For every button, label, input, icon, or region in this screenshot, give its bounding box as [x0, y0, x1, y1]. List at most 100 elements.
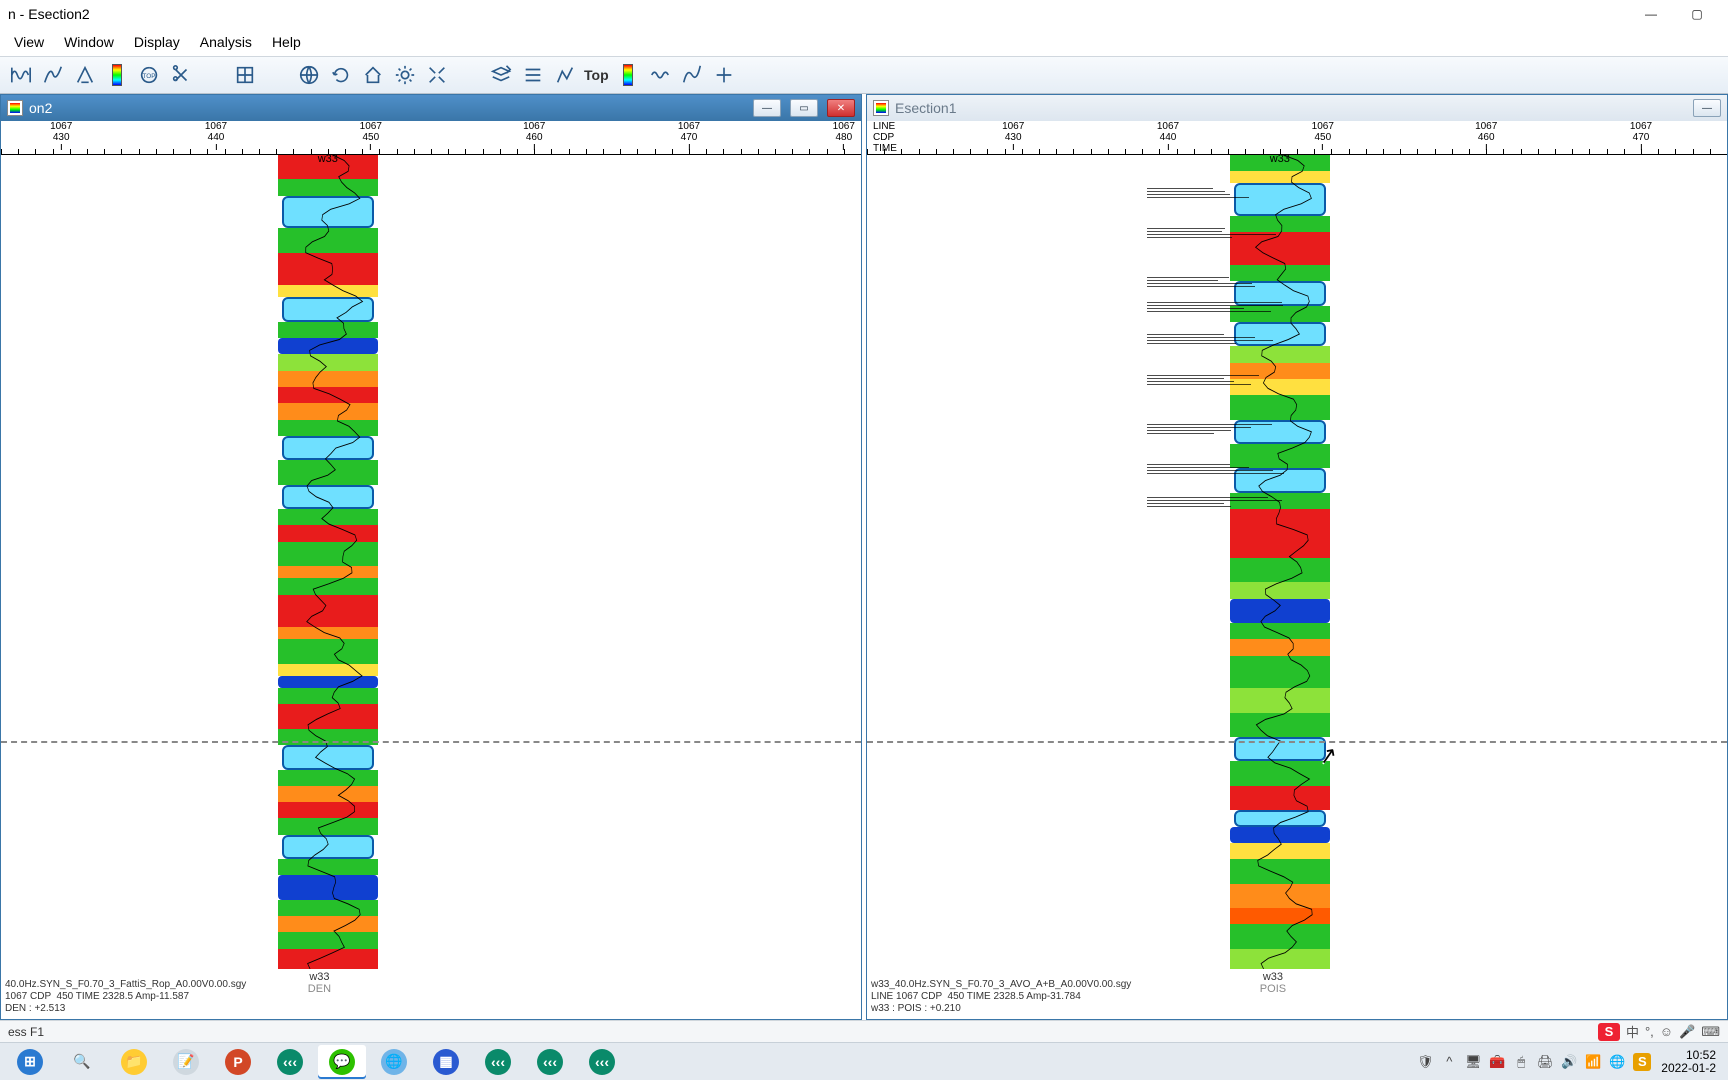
ime-item[interactable]: ☺ — [1660, 1024, 1673, 1039]
grid-icon[interactable] — [230, 60, 260, 90]
plot-panel[interactable]: LINE CDP TIME106743010674401067450106746… — [867, 121, 1727, 1019]
tray-icon-1[interactable]: ^ — [1441, 1054, 1457, 1070]
refresh-icon[interactable] — [326, 60, 356, 90]
plus-icon[interactable] — [709, 60, 739, 90]
crosshair-horizontal — [1, 741, 861, 743]
trace-overlay — [1147, 375, 1287, 387]
menu-window[interactable]: Window — [54, 30, 124, 54]
top-circle-icon[interactable]: TOP — [134, 60, 164, 90]
child-window-right: Esection1—▭✕LINE CDP TIME106743010674401… — [866, 94, 1728, 1020]
tray-icon-5[interactable]: 🖨 — [1537, 1054, 1553, 1070]
axis-tick: 1067460 — [1475, 121, 1497, 150]
gear-icon[interactable] — [390, 60, 420, 90]
child-title-bar[interactable]: on2 — ▭ ✕ — [1, 95, 861, 121]
app-maximize-button[interactable]: ▢ — [1674, 0, 1720, 28]
app-title: n - Esection2 — [8, 6, 90, 22]
align-icon[interactable] — [518, 60, 548, 90]
clock-time: 10:52 — [1661, 1049, 1716, 1062]
well-label-bottom: w33 — [1260, 971, 1286, 983]
browser-icon[interactable]: 🌐 — [370, 1045, 418, 1079]
well-attr-label: DEN — [308, 983, 331, 995]
teal-app2-icon[interactable]: ‹‹‹ — [474, 1045, 522, 1079]
windows-taskbar: ⊞🔍📁📝P‹‹‹💬🌐▦‹‹‹‹‹‹‹‹‹ 🛡^🖥🧰🖱🖨🔊📶🌐S 10:52 20… — [0, 1042, 1728, 1080]
menu-view[interactable]: View — [4, 30, 54, 54]
trace-overlay — [1147, 277, 1287, 289]
trace-overlay — [1147, 188, 1287, 200]
ime-bar[interactable]: S 中 °, ☺ 🎤 ⌨ — [1598, 1022, 1720, 1041]
main-toolbar: TOP Top — [0, 56, 1728, 94]
menu-bar: ViewWindowDisplayAnalysisHelp — [0, 28, 1728, 56]
well-attr-label: POIS — [1260, 983, 1286, 995]
child-minimize-button[interactable]: — — [753, 99, 781, 117]
svg-text:TOP: TOP — [142, 73, 155, 80]
teal-app3-icon[interactable]: ‹‹‹ — [526, 1045, 574, 1079]
teal-app4-icon[interactable]: ‹‹‹ — [578, 1045, 626, 1079]
curve-icon[interactable] — [38, 60, 68, 90]
axis-tick: 1067430 — [1002, 121, 1024, 150]
curve-thin-icon[interactable] — [677, 60, 707, 90]
search-icon[interactable]: 🔍 — [58, 1045, 106, 1079]
colorbar-icon[interactable] — [102, 60, 132, 90]
ime-item[interactable]: 中 — [1626, 1022, 1639, 1041]
tray-icon-3[interactable]: 🧰 — [1489, 1054, 1505, 1070]
teal-app-icon[interactable]: ‹‹‹ — [266, 1045, 314, 1079]
top-label[interactable]: Top — [582, 67, 611, 83]
trace-overlay — [1147, 302, 1287, 314]
peak-alt-icon[interactable] — [550, 60, 580, 90]
trace-overlay — [1147, 228, 1287, 240]
child-title-bar[interactable]: Esection1—▭✕ — [867, 95, 1727, 121]
child-window-left: on2 — ▭ ✕ 1067430106744010674501067460106747… — [0, 94, 862, 1020]
tray-icon-9[interactable]: S — [1633, 1053, 1651, 1071]
menu-display[interactable]: Display — [124, 30, 190, 54]
tray-icon-4[interactable]: 🖱 — [1513, 1054, 1529, 1070]
home-icon[interactable] — [358, 60, 388, 90]
panel-readout: 40.0Hz.SYN_S_F0.70_3_FattiS_Rop_A0.00V0.… — [5, 979, 246, 1015]
axis-tick: 1067450 — [1312, 121, 1334, 150]
status-bar: ess F1 S 中 °, ☺ 🎤 ⌨ — [0, 1020, 1728, 1042]
child-close-button[interactable]: ✕ — [827, 99, 855, 117]
menu-help[interactable]: Help — [262, 30, 311, 54]
child-maximize-button[interactable]: ▭ — [790, 99, 818, 117]
app-minimize-button[interactable]: — — [1628, 0, 1674, 28]
trace-overlay — [1147, 334, 1287, 346]
notepad-icon[interactable]: 📝 — [162, 1045, 210, 1079]
ime-item[interactable]: °, — [1645, 1024, 1654, 1039]
ime-item[interactable]: 🎤 — [1679, 1024, 1695, 1040]
layers-edit-icon[interactable] — [486, 60, 516, 90]
taskbar-clock[interactable]: 10:52 2022-01-2 — [1655, 1049, 1722, 1075]
axis-tick: 1067440 — [205, 121, 227, 150]
tray-icon-2[interactable]: 🖥 — [1465, 1054, 1481, 1070]
powerpoint-icon[interactable]: P — [214, 1045, 262, 1079]
trace-overlay — [1147, 497, 1287, 509]
expand-icon[interactable] — [422, 60, 452, 90]
tray-icon-8[interactable]: 🌐 — [1609, 1054, 1625, 1070]
window-icon — [873, 100, 889, 116]
scissors-icon[interactable] — [166, 60, 196, 90]
ime-badge-icon[interactable]: S — [1598, 1023, 1620, 1041]
file-explorer-icon[interactable]: 📁 — [110, 1045, 158, 1079]
tray-icon-7[interactable]: 📶 — [1585, 1054, 1601, 1070]
wave-thin-icon[interactable] — [645, 60, 675, 90]
meeting-icon[interactable]: ▦ — [422, 1045, 470, 1079]
child-minimize-button[interactable]: — — [1693, 99, 1721, 117]
plot-panel[interactable]: 1067430106744010674501067460106747010674… — [1, 121, 861, 1019]
child-title-text: on2 — [29, 100, 52, 116]
colorbar2-icon[interactable] — [613, 60, 643, 90]
start-icon[interactable]: ⊞ — [6, 1045, 54, 1079]
trace-overlay — [1147, 464, 1287, 476]
plot-area[interactable]: w33 — [867, 155, 1727, 969]
system-tray[interactable]: 🛡 ^ 🖥 🧰 🖱 🖨 🔊 📶 🌐 S — [1417, 1053, 1651, 1071]
crosshair-horizontal — [867, 741, 1727, 743]
axis-tick: 1067480 — [833, 121, 855, 150]
menu-analysis[interactable]: Analysis — [190, 30, 262, 54]
peak-icon[interactable] — [70, 60, 100, 90]
plot-area[interactable]: w33 — [1, 155, 861, 969]
ime-item[interactable]: ⌨ — [1701, 1024, 1720, 1040]
wave-grid-icon[interactable] — [6, 60, 36, 90]
wechat-icon[interactable]: 💬 — [318, 1045, 366, 1079]
globe-icon[interactable] — [294, 60, 324, 90]
tray-icon-6[interactable]: 🔊 — [1561, 1054, 1577, 1070]
tray-icon-0[interactable]: 🛡 — [1417, 1054, 1433, 1070]
axis-tick: 1067440 — [1157, 121, 1179, 150]
window-icon — [7, 100, 23, 116]
